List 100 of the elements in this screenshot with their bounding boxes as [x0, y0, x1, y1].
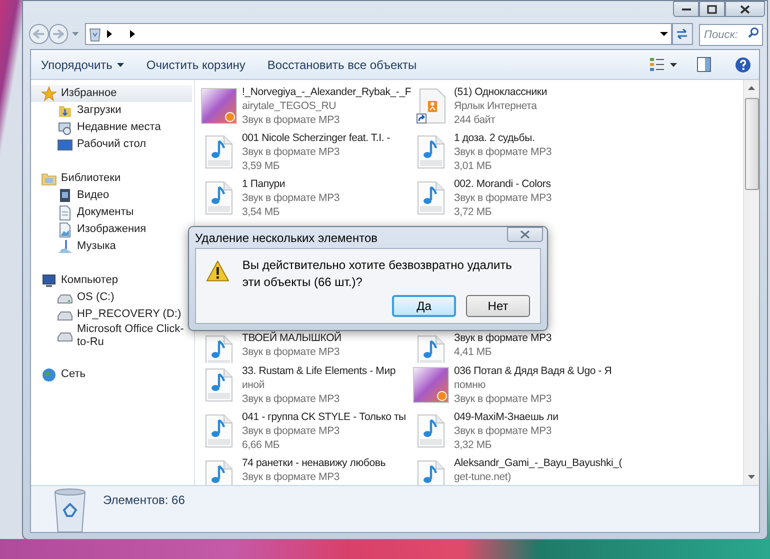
minimize-button[interactable] — [673, 1, 699, 17]
file-info-text: 049-MaxiM-Знаешь ли — [454, 410, 558, 424]
maximize-button[interactable] — [699, 1, 725, 17]
dropdown-caret-icon[interactable] — [660, 32, 668, 36]
file-info-text: 002. Morandi - Colors — [454, 177, 551, 191]
navigation-item[interactable]: Недавние места — [31, 119, 192, 136]
dialog-button[interactable]: Да — [392, 295, 456, 317]
audio-file-icon — [205, 460, 233, 485]
file-info-text: !_Norvegiya_-_Alexander_Rybak_-_F — [242, 85, 412, 99]
dialog-message: Вы действительно хотите безвозвратно удалить эти объекты (66 шт.)? — [242, 257, 513, 291]
file-info-text: Звук в формате MP3 — [454, 191, 552, 205]
file-info-text: Звук в формате MP3 — [454, 392, 552, 406]
maximize-icon — [707, 4, 717, 14]
navigation-item[interactable]: Загрузки — [31, 102, 192, 119]
scrollbar-thumb[interactable] — [744, 98, 758, 190]
file-info-text: Aleksandr_Gami_-_Bayu_Bayushki_( — [454, 456, 622, 470]
audio-file-icon — [205, 368, 233, 402]
file-info-text: Звук в формате MP3 — [242, 424, 340, 438]
file-info-text: (51) Одноклассники — [454, 85, 547, 99]
audio-file-icon — [417, 135, 445, 169]
file-info-text: airytale_TEGOS_RU — [242, 99, 336, 113]
warning-icon — [206, 260, 230, 282]
internet-shortcut-icon — [416, 88, 446, 124]
audio-file-icon — [205, 414, 233, 448]
dialog-button[interactable]: Нет — [466, 295, 530, 317]
toolbar-button[interactable]: Упорядочить — [41, 56, 124, 74]
library-icon — [41, 170, 57, 186]
scroll-up-icon[interactable] — [748, 86, 755, 90]
file-info-text: 3,01 МБ — [454, 159, 492, 173]
file-info-text: 1 доза. 2 судьбы. — [454, 131, 535, 145]
file-info-text: 3,32 МБ — [454, 438, 492, 452]
file-info-text: 041 - группа CK STYLE - Только ты — [242, 410, 406, 424]
navigation-item[interactable]: Избранное — [31, 85, 192, 102]
audio-file-icon — [205, 335, 233, 363]
navigation-item[interactable]: HP_RECOVERY (D:) — [31, 306, 192, 323]
scroll-down-icon[interactable] — [748, 475, 755, 479]
navigation-item[interactable]: Microsoft Office Click-to-Ru — [31, 323, 192, 349]
recycle-bin-icon — [88, 26, 101, 42]
navigation-item[interactable]: Изображения — [31, 221, 192, 238]
navigation-item[interactable]: Библиотеки — [31, 170, 192, 187]
audio-file-icon — [417, 181, 445, 215]
preview-pane-icon[interactable] — [697, 57, 711, 72]
file-info-text: Звук в формате MP3 — [242, 345, 340, 359]
navigation-item[interactable]: OS (C:) — [31, 289, 192, 306]
close-button[interactable] — [725, 1, 765, 17]
file-info-text: Звук в формате MP3 — [454, 424, 552, 438]
file-info-text: иной — [242, 378, 265, 392]
list-view-icon — [650, 58, 664, 71]
file-info-text: ТВОЕЙ МАЛЫШКОЙ — [242, 331, 342, 345]
play-badge-icon — [225, 112, 235, 122]
file-info-text: 33. Rustam & Life Elements - Мир — [242, 364, 396, 378]
file-info-text: Ярлык Интернета — [454, 99, 537, 113]
caret-icon — [670, 62, 677, 66]
close-icon — [520, 230, 530, 239]
left-arrow-icon — [32, 29, 45, 39]
file-info-text: 6,66 МБ — [242, 438, 280, 452]
navigation-item[interactable]: Музыка — [31, 238, 192, 255]
file-info-text: Звук в формате MP3 — [454, 145, 552, 159]
audio-file-icon — [205, 181, 233, 215]
view-options-button[interactable] — [650, 58, 677, 71]
help-icon[interactable] — [735, 56, 751, 72]
toolbar-button[interactable]: Восстановить все объекты — [267, 56, 417, 74]
chevron-icon[interactable] — [130, 30, 135, 38]
navigation-item[interactable]: Рабочий стол — [31, 136, 192, 153]
file-info-text: Звук в формате MP3 — [242, 145, 340, 159]
globe-icon — [41, 366, 57, 382]
file-info-text: 4,41 МБ — [454, 345, 492, 359]
places-icon — [57, 120, 73, 136]
file-info-text: get-tune.net) — [454, 470, 511, 484]
close-icon — [740, 4, 750, 14]
navigation-item[interactable]: Видео — [31, 187, 192, 204]
computer-icon — [41, 272, 57, 288]
navigation-item[interactable]: Компьютер — [31, 272, 192, 289]
file-info-text: Звук в формате MP3 — [242, 470, 340, 484]
refresh-arrows-icon — [676, 29, 688, 39]
file-info-text: помню — [454, 378, 486, 392]
audio-file-icon — [417, 335, 445, 363]
file-info-text: Звук в формате MP3 — [242, 191, 340, 205]
file-info-text: 3,59 МБ — [242, 159, 280, 173]
scrollbar[interactable] — [743, 80, 759, 485]
search-field[interactable]: Поиск: — [698, 24, 763, 46]
play-badge-icon — [437, 391, 447, 401]
file-info-text: 036 Потап & Дядя Вадя & Ugo - Я — [454, 364, 612, 378]
file-info-text: Звук в формате MP3 — [454, 331, 552, 345]
chevron-icon[interactable] — [106, 30, 112, 38]
dialog-title: Удаление нескольких элементов — [195, 230, 378, 246]
audio-file-icon — [205, 135, 233, 169]
video-icon — [57, 188, 73, 204]
toolbar-button[interactable]: Очистить корзину — [146, 56, 246, 74]
navigation-item[interactable]: Сеть — [31, 366, 192, 383]
navigation-item[interactable]: Документы — [31, 204, 192, 221]
file-info-text: 3,54 МБ — [242, 205, 280, 219]
file-info-text: 244 байт — [454, 113, 496, 127]
picture-icon — [57, 222, 73, 238]
star-icon — [41, 86, 57, 102]
search-icon — [748, 27, 759, 38]
file-info-text: Звук в формате MP3 — [242, 113, 340, 127]
refresh-button[interactable] — [672, 23, 693, 45]
history-caret-icon[interactable] — [72, 32, 79, 36]
caret-icon — [117, 62, 124, 66]
